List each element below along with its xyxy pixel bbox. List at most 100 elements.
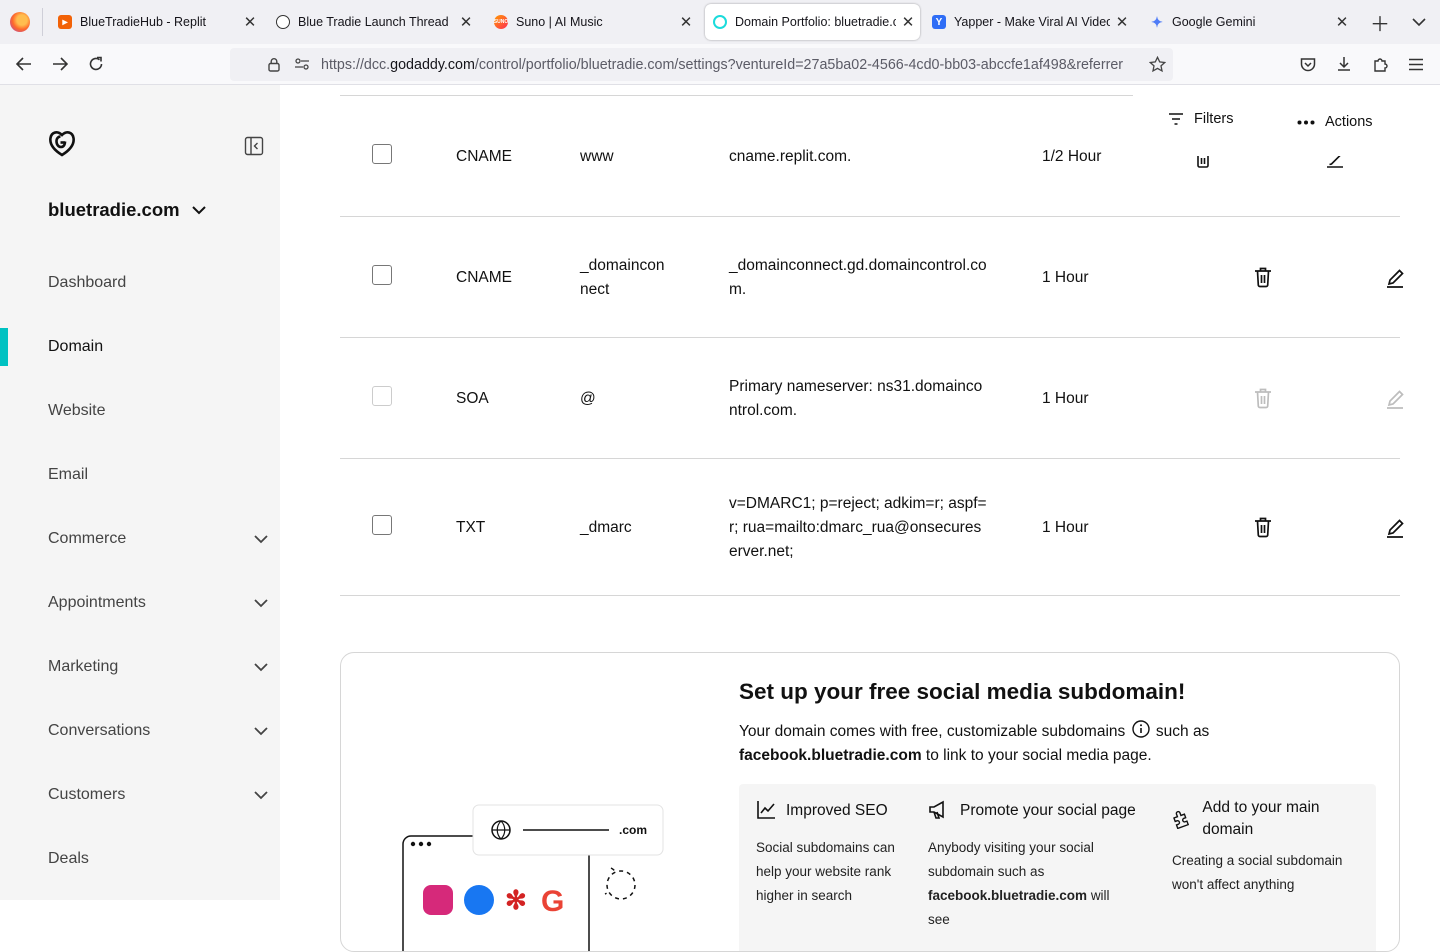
sidebar-item-dashboard[interactable]: Dashboard xyxy=(48,274,268,292)
record-data: v=DMARC1; p=reject; adkim=r; aspf=r; rua… xyxy=(729,495,987,560)
bookmark-star-icon[interactable] xyxy=(1147,54,1167,74)
chevron-down-icon xyxy=(191,205,206,214)
sidebar-item-customers[interactable]: Customers xyxy=(48,786,268,804)
list-tabs-icon[interactable] xyxy=(1405,8,1433,36)
benefit-title: Add to your main domain xyxy=(1202,799,1320,838)
main-content: Filters Actions CNAME www cname.replit.c… xyxy=(280,85,1440,952)
tab-godaddy[interactable]: Domain Portfolio: bluetradie.com ✕ xyxy=(705,4,920,40)
menu-hamburger-icon[interactable] xyxy=(1402,50,1430,78)
tab-chatgpt[interactable]: Blue Tradie Launch Thread ✕ xyxy=(262,4,478,40)
tab-title: Yapper - Make Viral AI Videos xyxy=(954,15,1110,29)
close-icon[interactable]: ✕ xyxy=(896,13,920,31)
illustration-tld-label: .com xyxy=(619,823,648,837)
close-icon[interactable]: ✕ xyxy=(1330,13,1354,31)
reload-icon[interactable] xyxy=(82,50,110,78)
replit-icon: ▸ xyxy=(58,15,72,29)
tab-title: Blue Tradie Launch Thread xyxy=(298,15,449,29)
close-icon[interactable]: ✕ xyxy=(238,13,262,31)
lock-icon[interactable] xyxy=(264,54,284,74)
tab-suno[interactable]: SUNO Suno | AI Music ✕ xyxy=(480,4,698,40)
benefit-title: Promote your social page xyxy=(960,802,1136,819)
benefit-text: Creating a social subdomain won't affect… xyxy=(1172,853,1343,892)
pocket-icon[interactable] xyxy=(1294,50,1322,78)
domain-selector[interactable]: bluetradie.com xyxy=(48,199,206,221)
trash-icon[interactable] xyxy=(1252,266,1274,288)
forward-icon[interactable] xyxy=(46,50,74,78)
downloads-icon[interactable] xyxy=(1330,50,1358,78)
info-icon[interactable] xyxy=(1131,720,1150,738)
collapse-sidebar-icon[interactable] xyxy=(244,136,264,156)
domain-name: bluetradie.com xyxy=(48,199,180,220)
tab-replit[interactable]: ▸ BlueTradieHub - Replit ✕ xyxy=(44,4,262,40)
trash-icon[interactable] xyxy=(1192,156,1214,168)
back-icon[interactable] xyxy=(10,50,38,78)
benefits-panel: Improved SEO Social subdomains can help … xyxy=(739,784,1376,951)
close-icon[interactable]: ✕ xyxy=(674,13,698,31)
sidebar: bluetradie.com Dashboard Domain Website … xyxy=(0,85,280,900)
new-tab-icon[interactable]: ＋ xyxy=(1366,8,1394,36)
close-icon[interactable]: ✕ xyxy=(1110,13,1134,31)
desc-example-domain: facebook.bluetradie.com xyxy=(739,747,922,764)
sidebar-item-label: Customers xyxy=(48,786,126,803)
record-name: _dmarc xyxy=(580,519,632,536)
sidebar-item-conversations[interactable]: Conversations xyxy=(48,722,268,740)
sidebar-item-appointments[interactable]: Appointments xyxy=(48,594,268,612)
record-data: _domainconnect.gd.domaincontrol.com. xyxy=(729,257,987,298)
desc-text: such as xyxy=(1155,723,1210,740)
chevron-down-icon xyxy=(254,598,268,607)
row-checkbox[interactable] xyxy=(372,515,392,535)
svg-text:✻: ✻ xyxy=(505,885,527,915)
desc-text: to link to your social media page. xyxy=(925,747,1152,764)
benefit-promote: Promote your social page Anybody visitin… xyxy=(928,800,1153,932)
permissions-icon[interactable] xyxy=(292,54,312,74)
tab-gemini[interactable]: ✦ Google Gemini ✕ xyxy=(1136,4,1354,40)
sidebar-item-label: Dashboard xyxy=(48,274,127,291)
record-type: TXT xyxy=(456,519,486,536)
record-name: _domainconnect xyxy=(580,257,665,298)
row-checkbox[interactable] xyxy=(372,265,392,285)
svg-text:G: G xyxy=(541,885,564,918)
benefit-text: Anybody visiting your social subdomain s… xyxy=(928,840,1094,879)
tab-separator xyxy=(42,8,43,36)
sidebar-item-commerce[interactable]: Commerce xyxy=(48,530,268,548)
url-prefix: https://dcc. xyxy=(321,57,391,73)
firefox-logo-icon[interactable] xyxy=(10,12,30,32)
benefit-main-domain: Add to your main domain Creating a socia… xyxy=(1172,797,1362,897)
edit-pencil-icon[interactable] xyxy=(1384,266,1406,288)
sidebar-item-email[interactable]: Email xyxy=(48,466,268,484)
godaddy-icon xyxy=(713,15,727,29)
godaddy-logo-icon[interactable] xyxy=(48,129,76,162)
extensions-icon[interactable] xyxy=(1366,50,1394,78)
close-icon[interactable]: ✕ xyxy=(454,13,478,31)
trash-icon[interactable] xyxy=(1252,516,1274,538)
chevron-down-icon xyxy=(254,726,268,735)
chart-line-icon xyxy=(757,801,775,819)
record-ttl: 1/2 Hour xyxy=(1042,148,1102,165)
url-text[interactable]: https://dcc.godaddy.com/control/portfoli… xyxy=(321,57,1141,73)
puzzle-icon xyxy=(1173,810,1190,829)
edit-pencil-icon[interactable] xyxy=(1324,156,1346,168)
sidebar-item-label: Marketing xyxy=(48,658,119,675)
social-card-description: Your domain comes with free, customizabl… xyxy=(739,720,1349,768)
tab-yapper[interactable]: Y Yapper - Make Viral AI Videos ✕ xyxy=(918,4,1134,40)
benefit-seo: Improved SEO Social subdomains can help … xyxy=(756,800,911,908)
sidebar-item-label: Commerce xyxy=(48,530,127,547)
row-checkbox[interactable] xyxy=(372,144,392,164)
sidebar-item-website[interactable]: Website xyxy=(48,402,268,420)
url-path: /control/portfolio/bluetradie.com/settin… xyxy=(474,57,1124,73)
tab-title: Domain Portfolio: bluetradie.com xyxy=(735,15,896,29)
browser-nav-bar: https://dcc.godaddy.com/control/portfoli… xyxy=(0,44,1440,85)
suno-icon: SUNO xyxy=(494,15,508,29)
record-name: @ xyxy=(580,390,596,407)
sidebar-item-label: Appointments xyxy=(48,594,146,611)
sidebar-item-label: Conversations xyxy=(48,722,151,739)
sidebar-item-domain[interactable]: Domain xyxy=(48,338,268,356)
tab-title: Suno | AI Music xyxy=(516,15,603,29)
sidebar-item-label: Deals xyxy=(48,850,89,867)
edit-pencil-icon[interactable] xyxy=(1384,516,1406,538)
record-name: www xyxy=(580,148,614,165)
record-type: CNAME xyxy=(456,269,512,286)
url-bar[interactable]: https://dcc.godaddy.com/control/portfoli… xyxy=(230,48,1173,81)
sidebar-item-marketing[interactable]: Marketing xyxy=(48,658,268,676)
sidebar-item-deals[interactable]: Deals xyxy=(48,850,268,868)
